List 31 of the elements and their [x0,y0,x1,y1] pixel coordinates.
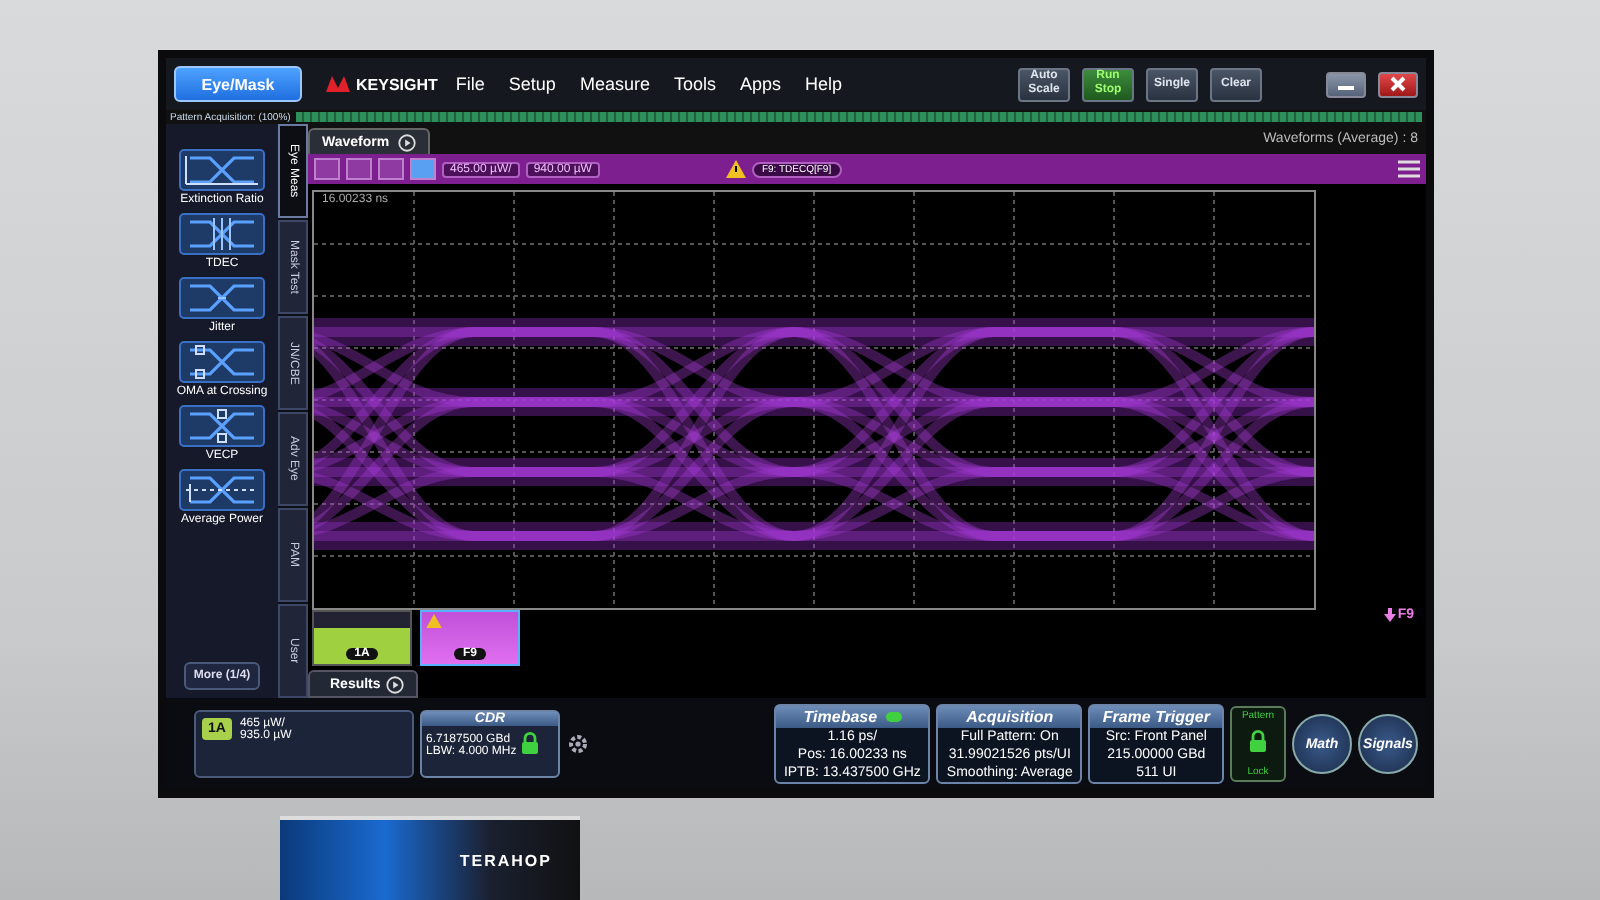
eye-measurement-icon [178,148,266,192]
panel-title: Frame Trigger [1102,708,1210,726]
panel-title: Acquisition [966,708,1054,726]
minimize-button[interactable] [1326,71,1366,97]
menu-item[interactable]: Tools [667,74,722,94]
eye-measurement-icon [177,340,266,384]
menu-item[interactable]: Help [799,74,849,94]
down-arrow-icon [1383,608,1396,622]
padlock-icon [1248,730,1268,752]
settings-icon[interactable] [566,732,590,756]
eye-measurement-icon [178,276,266,320]
eye-measurement-icon [178,468,266,512]
menu-item[interactable]: Apps [733,74,787,94]
eye-measurement-icon [178,212,266,256]
warning-icon [725,160,746,178]
menu-icon[interactable] [1398,160,1420,178]
play-icon [386,675,405,693]
padlock-icon [520,732,541,754]
menu-item[interactable]: File [449,74,491,94]
brand-name: KEYSIGHT [356,75,438,93]
menu-item[interactable]: Setup [502,74,562,94]
eye-measurement-icon [178,404,266,448]
banner-text: TERAHOP [459,851,552,869]
panel-title: Timebase [803,708,878,726]
menu-item[interactable]: Measure [573,74,656,94]
status-indicator-icon [885,712,902,722]
logo-icon [326,76,350,92]
play-icon [397,133,416,151]
close-button[interactable] [1378,71,1418,97]
mode-button[interactable]: Eye/Mask [174,66,302,102]
close-icon[interactable] [1390,76,1406,92]
